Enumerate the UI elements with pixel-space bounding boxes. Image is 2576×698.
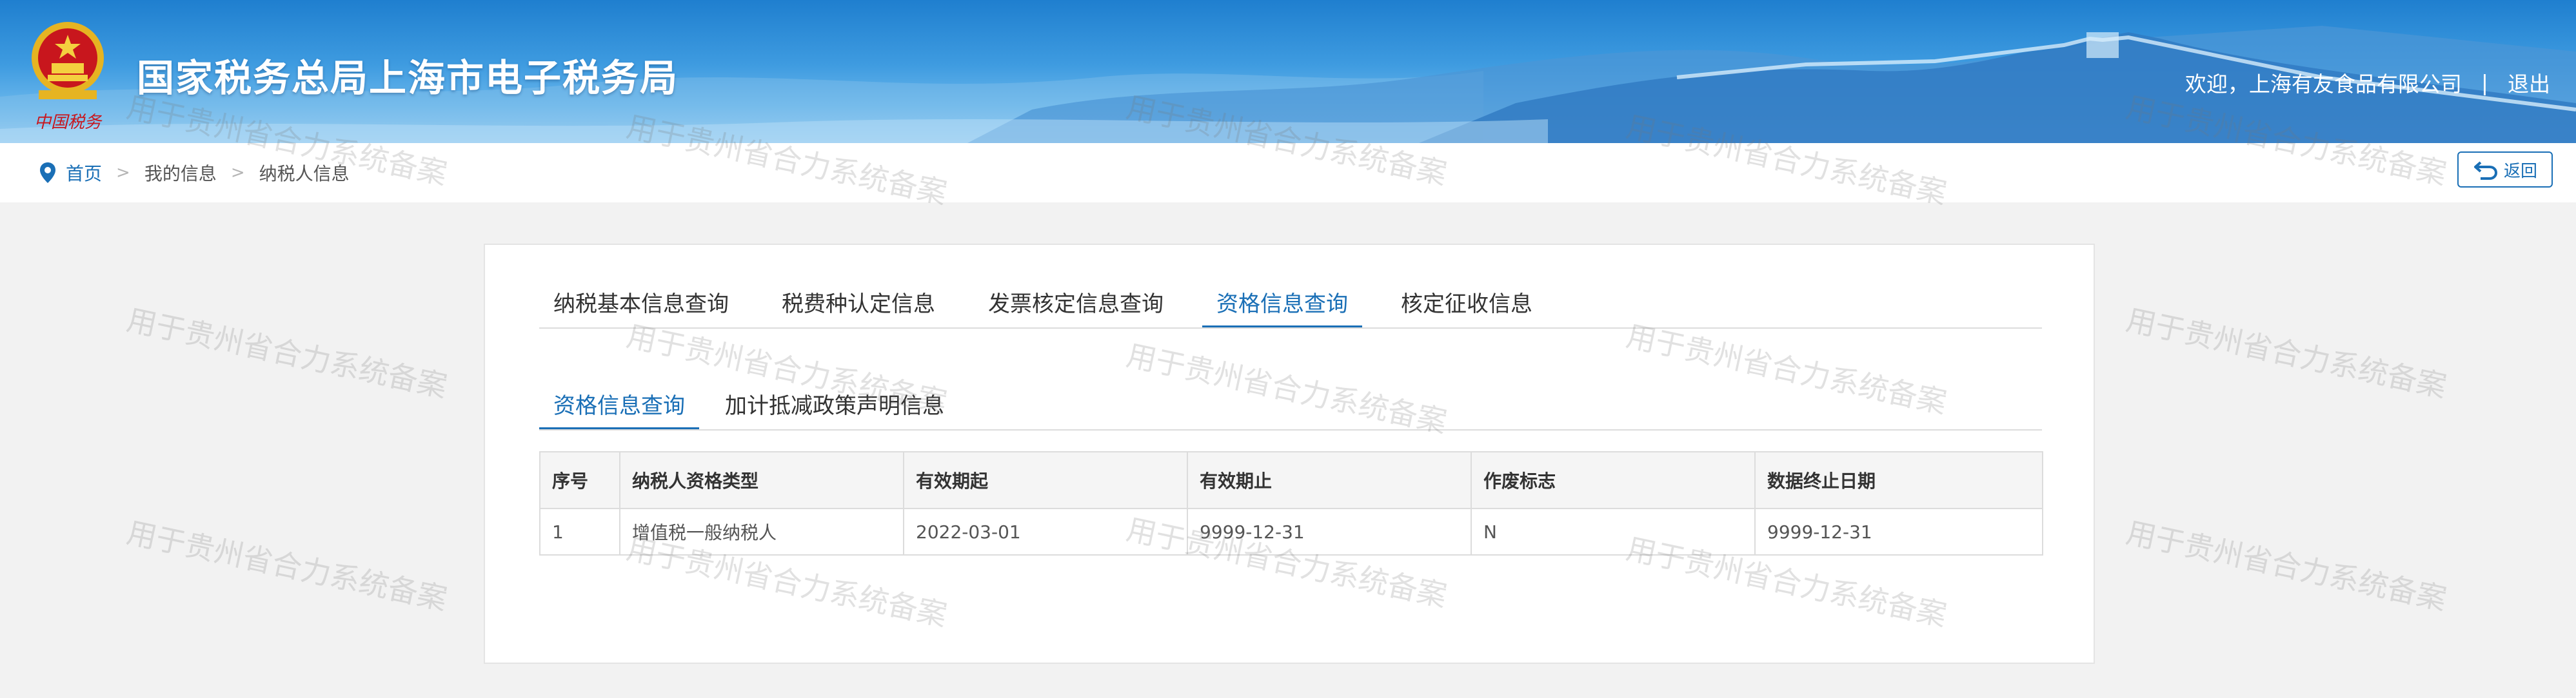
table-cell: N — [1471, 508, 1756, 556]
tab-tax-type-info[interactable]: 税费种认定信息 — [768, 286, 949, 329]
header-separator: | — [2481, 70, 2488, 95]
table-cell: 1 — [539, 508, 620, 556]
content-card: 纳税基本信息查询 税费种认定信息 发票核定信息查询 资格信息查询 核定征收信息 … — [484, 244, 2095, 664]
breadcrumb-separator: > — [116, 163, 130, 182]
svg-text:中国税务: 中国税务 — [34, 113, 103, 132]
table-cell: 9999-12-31 — [1187, 508, 1472, 556]
column-header: 数据终止日期 — [1754, 451, 2043, 509]
column-header: 纳税人资格类型 — [619, 451, 904, 509]
column-header: 序号 — [539, 451, 620, 509]
watermark-text: 用于贵州省合力系统备案 — [123, 514, 451, 617]
back-button-label: 返回 — [2503, 161, 2537, 181]
table-row: 1 增值税一般纳税人 2022-03-01 9999-12-31 N 9999-… — [539, 508, 2043, 556]
table-cell: 9999-12-31 — [1754, 508, 2043, 556]
table-header-row: 序号 纳税人资格类型 有效期起 有效期止 作废标志 数据终止日期 — [539, 451, 2043, 509]
logout-link[interactable]: 退出 — [2508, 67, 2550, 98]
tab-basic-info[interactable]: 纳税基本信息查询 — [539, 286, 743, 329]
breadcrumb: 首页 > 我的信息 > 纳税人信息 — [39, 160, 350, 186]
table-cell: 增值税一般纳税人 — [619, 508, 904, 556]
breadcrumb-bar: 首页 > 我的信息 > 纳税人信息 返回 — [0, 143, 2576, 202]
watermark-text: 用于贵州省合力系统备案 — [2123, 514, 2450, 617]
column-header: 有效期起 — [903, 451, 1188, 509]
tab-invoice-info[interactable]: 发票核定信息查询 — [974, 286, 1178, 329]
column-header: 作废标志 — [1471, 451, 1756, 509]
location-pin-icon — [40, 162, 55, 183]
tab-assessed-collection-info[interactable]: 核定征收信息 — [1387, 286, 1547, 329]
sub-tab-divider — [539, 429, 2042, 431]
return-arrow-icon — [2473, 161, 2497, 180]
watermark-text: 用于贵州省合力系统备案 — [123, 302, 451, 404]
welcome-text: 欢迎，上海有友食品有限公司 — [2185, 72, 2462, 97]
tab-qualification-info[interactable]: 资格信息查询 — [1202, 286, 1362, 329]
main-tab-bar: 纳税基本信息查询 税费种认定信息 发票核定信息查询 资格信息查询 核定征收信息 — [539, 286, 1571, 329]
sub-tab-bar: 资格信息查询 加计抵减政策声明信息 — [539, 388, 970, 431]
back-button[interactable]: 返回 — [2457, 151, 2553, 188]
breadcrumb-taxpayer-info: 纳税人信息 — [259, 163, 350, 184]
column-header: 有效期止 — [1187, 451, 1472, 509]
site-title: 国家税务总局上海市电子税务局 — [137, 56, 679, 100]
main-tab-divider — [539, 327, 2042, 329]
tax-emblem-logo: 中国税务 — [26, 18, 110, 134]
subtab-deduction-policy[interactable]: 加计抵减政策声明信息 — [711, 388, 958, 431]
breadcrumb-separator: > — [230, 163, 245, 182]
breadcrumb-my-info[interactable]: 我的信息 — [144, 160, 217, 186]
user-area: 欢迎，上海有友食品有限公司 | 退出 — [2185, 67, 2550, 98]
header-banner: 中国税务 国家税务总局上海市电子税务局 欢迎，上海有友食品有限公司 | 退出 — [0, 0, 2576, 143]
table-cell: 2022-03-01 — [903, 508, 1188, 556]
breadcrumb-home-link[interactable]: 首页 — [66, 160, 102, 186]
qualification-table: 序号 纳税人资格类型 有效期起 有效期止 作废标志 数据终止日期 1 增值税一般… — [539, 451, 2043, 556]
subtab-qualification-query[interactable]: 资格信息查询 — [539, 388, 699, 431]
watermark-text: 用于贵州省合力系统备案 — [2123, 302, 2450, 404]
